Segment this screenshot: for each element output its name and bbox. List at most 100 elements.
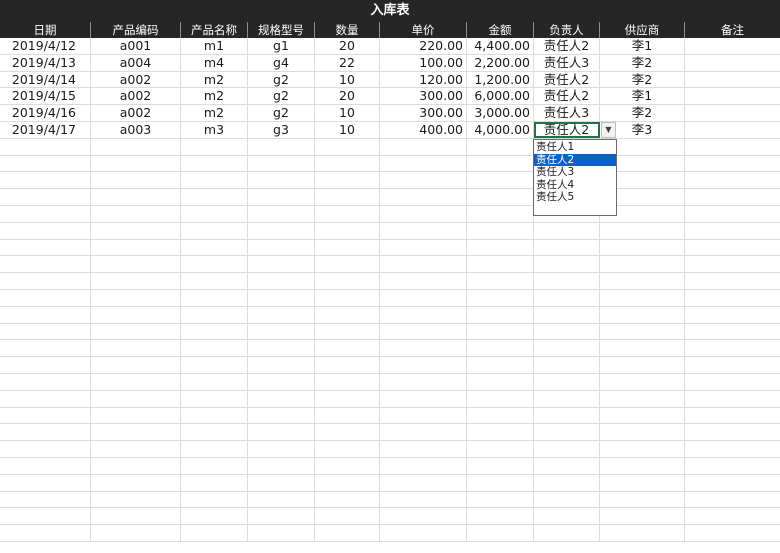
table-cell[interactable] <box>0 474 91 491</box>
table-cell[interactable] <box>685 492 780 508</box>
table-cell[interactable]: a004 <box>91 54 181 71</box>
table-cell[interactable] <box>380 239 467 256</box>
table-cell[interactable] <box>467 306 534 323</box>
table-cell[interactable] <box>467 474 534 491</box>
table-cell[interactable] <box>315 138 380 155</box>
table-cell[interactable] <box>600 457 685 474</box>
table-cell[interactable] <box>0 289 91 306</box>
table-cell[interactable]: 400.00 <box>380 121 467 138</box>
table-cell[interactable] <box>380 323 467 340</box>
column-header-product-name[interactable]: 产品名称 <box>181 22 248 38</box>
table-cell[interactable] <box>534 357 600 373</box>
table-cell[interactable] <box>467 189 534 205</box>
column-header-quantity[interactable]: 数量 <box>315 22 380 38</box>
table-cell[interactable] <box>685 424 780 440</box>
table-cell[interactable] <box>91 138 181 155</box>
table-cell[interactable] <box>0 424 91 441</box>
table-cell[interactable]: a002 <box>91 71 181 88</box>
table-cell[interactable] <box>0 373 91 390</box>
table-cell[interactable] <box>0 138 91 155</box>
table-cell[interactable] <box>0 441 91 457</box>
table-cell[interactable] <box>181 256 248 273</box>
table-cell[interactable] <box>91 373 181 390</box>
table-cell[interactable] <box>315 323 380 340</box>
table-cell[interactable] <box>380 256 467 273</box>
table-cell[interactable] <box>685 374 780 390</box>
table-cell[interactable] <box>600 474 685 491</box>
table-cell[interactable] <box>181 457 248 474</box>
table-cell[interactable]: g4 <box>248 54 315 71</box>
table-cell[interactable] <box>315 373 380 390</box>
table-cell[interactable] <box>467 172 534 189</box>
table-cell[interactable] <box>534 306 600 323</box>
table-cell[interactable] <box>467 424 534 441</box>
table-cell[interactable] <box>181 441 248 457</box>
table-cell[interactable]: 100.00 <box>380 54 467 71</box>
table-cell[interactable] <box>467 441 534 457</box>
table-cell[interactable] <box>91 441 181 457</box>
table-cell[interactable] <box>600 256 685 273</box>
table-cell[interactable] <box>685 122 780 138</box>
table-cell[interactable] <box>685 189 780 205</box>
table-cell[interactable] <box>315 273 380 289</box>
table-cell[interactable] <box>534 222 600 239</box>
table-cell[interactable] <box>600 222 685 239</box>
table-cell[interactable] <box>91 172 181 189</box>
table-cell[interactable] <box>380 491 467 508</box>
table-cell[interactable] <box>0 205 91 222</box>
table-cell[interactable] <box>685 240 780 256</box>
table-cell[interactable] <box>467 357 534 373</box>
table-cell[interactable] <box>534 441 600 457</box>
table-cell[interactable] <box>248 189 315 205</box>
table-cell[interactable] <box>600 441 685 457</box>
table-cell[interactable] <box>181 239 248 256</box>
table-cell[interactable]: m1 <box>181 38 248 54</box>
table-cell[interactable] <box>315 474 380 491</box>
table-cell[interactable]: m2 <box>181 71 248 88</box>
table-cell[interactable]: 10 <box>315 71 380 88</box>
table-cell[interactable]: a001 <box>91 38 181 54</box>
table-cell[interactable] <box>181 525 248 541</box>
table-cell[interactable] <box>534 424 600 441</box>
table-cell[interactable] <box>181 138 248 155</box>
table-cell[interactable] <box>600 340 685 357</box>
table-cell[interactable] <box>181 508 248 525</box>
table-cell[interactable] <box>91 256 181 273</box>
table-cell[interactable] <box>0 407 91 424</box>
table-cell[interactable] <box>0 357 91 373</box>
table-cell[interactable] <box>600 273 685 289</box>
table-cell[interactable] <box>380 474 467 491</box>
table-cell[interactable]: 李2 <box>600 54 685 71</box>
table-cell[interactable] <box>467 155 534 172</box>
table-cell[interactable] <box>0 491 91 508</box>
column-header-date[interactable]: 日期 <box>0 22 91 38</box>
table-cell[interactable] <box>248 373 315 390</box>
table-cell[interactable] <box>685 55 780 71</box>
table-cell[interactable] <box>685 508 780 524</box>
table-cell[interactable] <box>248 239 315 256</box>
table-cell[interactable] <box>91 424 181 441</box>
table-cell[interactable]: 4,400.00 <box>467 38 534 54</box>
table-cell[interactable] <box>685 290 780 306</box>
table-cell[interactable] <box>315 424 380 441</box>
table-cell[interactable] <box>380 357 467 373</box>
table-cell[interactable] <box>248 424 315 441</box>
table-cell[interactable] <box>685 172 780 188</box>
table-cell[interactable] <box>315 289 380 306</box>
table-cell[interactable]: m2 <box>181 105 248 121</box>
table-cell[interactable] <box>534 373 600 390</box>
table-cell[interactable] <box>600 323 685 340</box>
table-cell[interactable] <box>91 273 181 289</box>
table-cell[interactable]: 责任人2 <box>534 88 600 105</box>
table-cell[interactable] <box>91 508 181 525</box>
dropdown-option[interactable]: 责任人5 <box>534 191 616 204</box>
table-cell[interactable]: 1,200.00 <box>467 71 534 88</box>
table-cell[interactable] <box>600 289 685 306</box>
table-cell[interactable] <box>685 256 780 272</box>
table-cell[interactable] <box>534 491 600 508</box>
table-cell[interactable]: g2 <box>248 88 315 105</box>
table-cell[interactable]: 李1 <box>600 88 685 105</box>
table-cell[interactable]: 300.00 <box>380 88 467 105</box>
table-cell[interactable] <box>248 306 315 323</box>
table-cell[interactable]: 李2 <box>600 105 685 121</box>
